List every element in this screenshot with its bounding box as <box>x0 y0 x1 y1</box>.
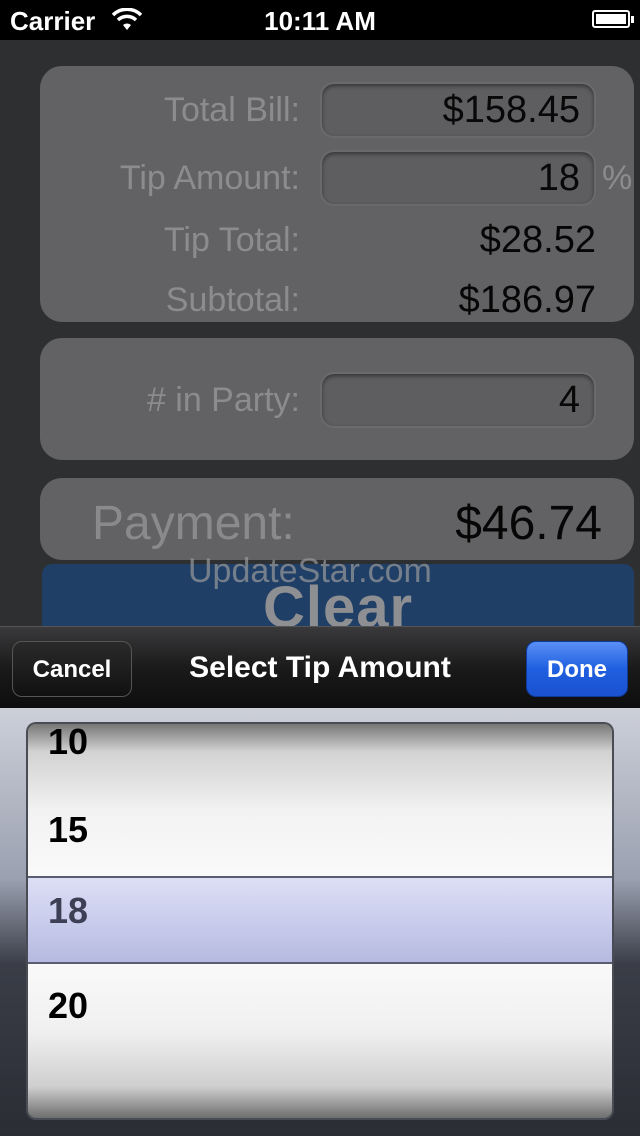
party-label: # in Party: <box>146 381 300 419</box>
total-bill-label: Total Bill: <box>163 91 300 129</box>
tip-total-row: Tip Total: $28.52 <box>40 210 634 270</box>
picker-toolbar: Select Tip Amount Cancel Done <box>0 626 640 709</box>
party-row: # in Party: 4 <box>40 370 634 430</box>
done-button[interactable]: Done <box>526 641 628 697</box>
percent-sign: % <box>602 159 633 197</box>
party-panel: # in Party: 4 <box>40 338 634 460</box>
tip-total-label: Tip Total: <box>163 221 300 259</box>
picker-selected-option[interactable]: 18 <box>48 890 88 932</box>
clock: 10:11 AM <box>264 6 376 36</box>
picker-option[interactable]: 20 <box>48 976 88 1036</box>
total-bill-field[interactable]: $158.45 <box>320 82 596 138</box>
battery-icon <box>592 10 634 28</box>
status-bar: Carrier 10:11 AM <box>0 0 640 40</box>
total-bill-row: Total Bill: $158.45 <box>40 80 634 140</box>
bill-panel: Total Bill: $158.45 Tip Amount: 18 % Tip… <box>40 66 634 322</box>
payment-panel: Payment: $46.74 <box>40 478 634 560</box>
picker-selection-indicator: 18 <box>28 876 612 964</box>
tip-amount-label: Tip Amount: <box>119 159 300 197</box>
watermark: UpdateStar.com <box>188 552 432 590</box>
subtotal-label: Subtotal: <box>165 281 300 319</box>
subtotal-value: $186.97 <box>458 279 596 321</box>
tip-amount-row: Tip Amount: 18 % <box>40 148 634 208</box>
subtotal-row: Subtotal: $186.97 <box>40 270 634 330</box>
party-size-field[interactable]: 4 <box>320 372 596 428</box>
tip-total-value: $28.52 <box>479 219 596 261</box>
cancel-button[interactable]: Cancel <box>12 641 132 697</box>
picker-option[interactable]: 15 <box>48 800 88 860</box>
picker-option[interactable]: 10 <box>48 724 88 772</box>
tip-amount-field[interactable]: 18 <box>320 150 596 206</box>
payment-value: $46.74 <box>455 497 602 550</box>
